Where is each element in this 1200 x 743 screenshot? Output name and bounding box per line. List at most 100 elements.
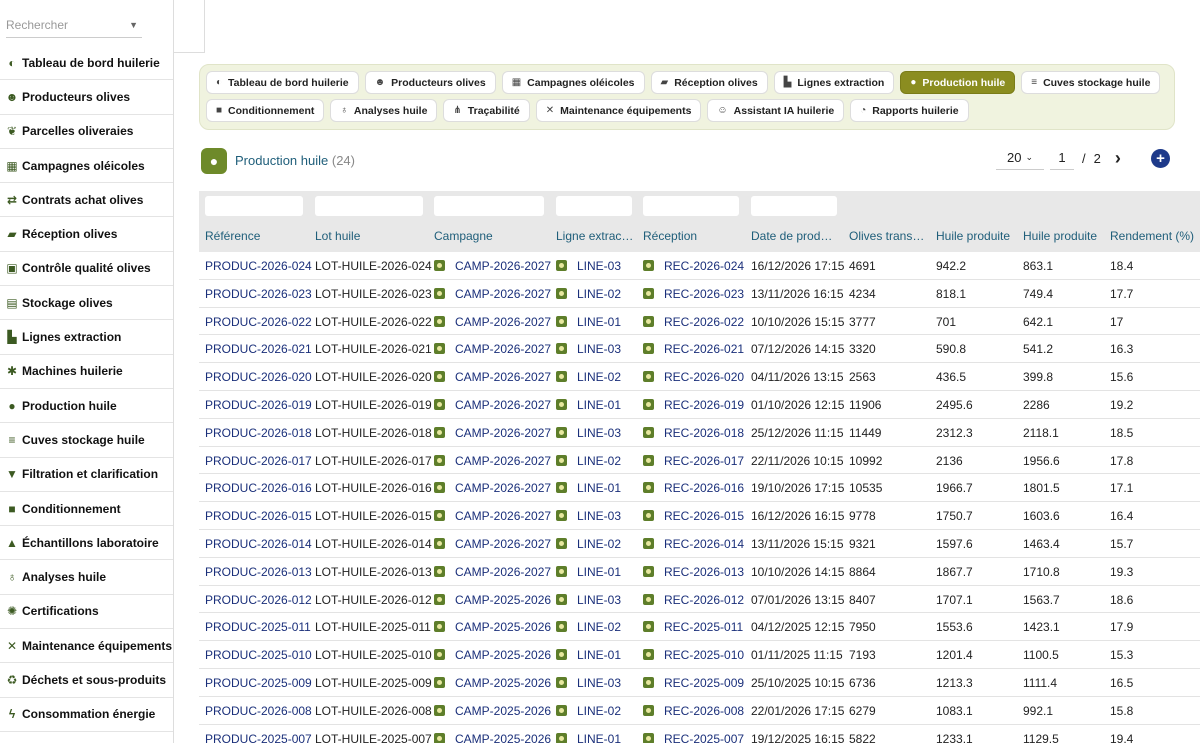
tab[interactable]: ☻ Producteurs olives	[364, 71, 496, 94]
table-cell[interactable]: REC-2025-009	[643, 676, 744, 690]
sidebar-item[interactable]: ■ Conditionnement	[0, 492, 173, 527]
table-cell[interactable]: PRODUC-2026-015	[205, 509, 312, 523]
table-cell[interactable]: LINE-02	[556, 704, 621, 718]
table-row[interactable]: PRODUC-2026-014 LOT-HUILE-2026-014 CAMP-20…	[199, 529, 1200, 558]
table-cell[interactable]: PRODUC-2025-007	[205, 732, 312, 743]
sidebar-item[interactable]: ▙ Lignes extraction	[0, 320, 173, 355]
table-cell[interactable]: REC-2026-017	[643, 454, 744, 468]
column-header[interactable]: Olives transformées	[849, 229, 927, 243]
table-cell[interactable]: PRODUC-2026-016	[205, 481, 312, 495]
tab[interactable]: ♁ Analyses huile	[330, 99, 438, 122]
table-cell[interactable]: REC-2025-007	[643, 732, 744, 743]
table-cell[interactable]: PRODUC-2026-023	[205, 287, 312, 301]
sidebar-item[interactable]: ♻ Déchets et sous-produits	[0, 663, 173, 698]
table-cell[interactable]: LINE-02	[556, 537, 621, 551]
table-cell[interactable]: PRODUC-2026-018	[205, 426, 312, 440]
current-page-input[interactable]: 1	[1050, 146, 1074, 170]
table-cell[interactable]: CAMP-2026-2027	[434, 426, 551, 440]
table-cell[interactable]: CAMP-2026-2027	[434, 370, 551, 384]
table-cell[interactable]: CAMP-2026-2027	[434, 315, 551, 329]
sidebar-item[interactable]: ☻ Producteurs olives	[0, 80, 173, 115]
table-cell[interactable]: PRODUC-2026-014	[205, 537, 312, 551]
caret-down-icon[interactable]: ▼	[129, 20, 138, 30]
page-size-select[interactable]: 20 ⌄	[996, 146, 1044, 170]
column-filter-input[interactable]	[434, 196, 544, 216]
table-cell[interactable]: LINE-03	[556, 509, 621, 523]
sidebar-item[interactable]: ✱ Machines huilerie	[0, 355, 173, 389]
table-cell[interactable]: REC-2026-008	[643, 704, 744, 718]
table-row[interactable]: PRODUC-2026-019 LOT-HUILE-2026-019 CAMP-20…	[199, 390, 1200, 419]
sidebar-item[interactable]: ▰ Réception olives	[0, 217, 173, 252]
table-cell[interactable]: CAMP-2025-2026	[434, 620, 551, 634]
column-header[interactable]: Huile produite	[1023, 229, 1097, 243]
tab[interactable]: ☺ Assistant IA huilerie	[707, 99, 845, 122]
table-cell[interactable]: LINE-01	[556, 732, 621, 743]
table-cell[interactable]: CAMP-2025-2026	[434, 648, 551, 662]
column-filter-input[interactable]	[556, 196, 632, 216]
table-cell[interactable]: REC-2026-016	[643, 481, 744, 495]
table-cell[interactable]: LINE-03	[556, 426, 621, 440]
table-cell[interactable]: LINE-03	[556, 342, 621, 356]
table-row[interactable]: PRODUC-2026-024 LOT-HUILE-2026-024 CAMP-20…	[199, 252, 1200, 280]
table-cell[interactable]: CAMP-2025-2026	[434, 676, 551, 690]
sidebar-item[interactable]: ≡ Cuves stockage huile	[0, 423, 173, 458]
table-cell[interactable]: LINE-01	[556, 398, 621, 412]
table-cell[interactable]: CAMP-2026-2027	[434, 537, 551, 551]
sidebar-item[interactable]: ▤ Stockage olives	[0, 286, 173, 321]
next-page-icon[interactable]: ›	[1115, 148, 1121, 169]
table-cell[interactable]: PRODUC-2026-022	[205, 315, 312, 329]
tab[interactable]: ✕ Maintenance équipements	[535, 99, 702, 122]
sidebar-item[interactable]: ◐ Tableau de bord huilerie	[0, 46, 173, 81]
column-header[interactable]: Huile produite	[936, 229, 1010, 243]
tab[interactable]: ◔ Rapports huilerie	[850, 99, 969, 122]
tab[interactable]: ◐ Tableau de bord huilerie	[206, 71, 359, 94]
table-cell[interactable]: LINE-03	[556, 676, 621, 690]
table-cell[interactable]: LINE-01	[556, 315, 621, 329]
table-cell[interactable]: REC-2025-011	[643, 620, 743, 634]
table-row[interactable]: PRODUC-2026-023 LOT-HUILE-2026-023 CAMP-20…	[199, 279, 1200, 308]
tab[interactable]: ⋔ Traçabilité	[443, 99, 530, 122]
table-row[interactable]: PRODUC-2025-009 LOT-HUILE-2025-009 CAMP-20…	[199, 668, 1200, 697]
table-cell[interactable]: CAMP-2026-2027	[434, 481, 551, 495]
table-cell[interactable]: REC-2025-010	[643, 648, 744, 662]
table-cell[interactable]: LINE-03	[556, 259, 621, 273]
table-cell[interactable]: LINE-01	[556, 565, 621, 579]
table-cell[interactable]: PRODUC-2025-011	[205, 620, 311, 634]
table-cell[interactable]: REC-2026-023	[643, 287, 744, 301]
table-row[interactable]: PRODUC-2025-010 LOT-HUILE-2025-010 CAMP-20…	[199, 641, 1200, 669]
table-row[interactable]: PRODUC-2026-020 LOT-HUILE-2026-020 CAMP-20…	[199, 363, 1200, 391]
table-cell[interactable]: REC-2026-014	[643, 537, 744, 551]
table-cell[interactable]: LINE-02	[556, 370, 621, 384]
table-cell[interactable]: REC-2026-012	[643, 593, 744, 607]
sidebar-item[interactable]: ▣ Contrôle qualité olives	[0, 252, 173, 287]
table-row[interactable]: PRODUC-2026-016 LOT-HUILE-2026-016 CAMP-20…	[199, 474, 1200, 503]
table-cell[interactable]: REC-2026-018	[643, 426, 744, 440]
table-cell[interactable]: PRODUC-2026-017	[205, 454, 312, 468]
table-cell[interactable]: REC-2026-021	[643, 342, 744, 356]
sidebar-item[interactable]: ⇄ Contrats achat olives	[0, 183, 173, 218]
table-cell[interactable]: PRODUC-2026-019	[205, 398, 312, 412]
table-cell[interactable]: REC-2026-022	[643, 315, 744, 329]
tab[interactable]: ≡ Cuves stockage huile	[1021, 71, 1161, 94]
column-header[interactable]: Date de production	[751, 229, 837, 243]
table-row[interactable]: PRODUC-2026-008 LOT-HUILE-2026-008 CAMP-20…	[199, 696, 1200, 725]
table-cell[interactable]: LINE-02	[556, 287, 621, 301]
table-cell[interactable]: PRODUC-2026-012	[205, 593, 312, 607]
column-header[interactable]: Réception	[643, 229, 697, 243]
column-filter-input[interactable]	[205, 196, 303, 216]
tab[interactable]: ▰ Réception olives	[650, 71, 768, 94]
table-row[interactable]: PRODUC-2026-013 LOT-HUILE-2026-013 CAMP-20…	[199, 557, 1200, 586]
table-cell[interactable]: CAMP-2026-2027	[434, 565, 551, 579]
column-header[interactable]: Campagne	[434, 229, 493, 243]
column-filter-input[interactable]	[751, 196, 837, 216]
search-select[interactable]: Rechercher ▼	[6, 12, 142, 38]
table-row[interactable]: PRODUC-2025-007 LOT-HUILE-2025-007 CAMP-20…	[199, 724, 1200, 743]
table-cell[interactable]: CAMP-2026-2027	[434, 454, 551, 468]
table-row[interactable]: PRODUC-2026-015 LOT-HUILE-2026-015 CAMP-20…	[199, 502, 1200, 530]
column-header[interactable]: Référence	[205, 229, 260, 243]
table-cell[interactable]: PRODUC-2026-024	[205, 259, 312, 273]
table-cell[interactable]: PRODUC-2026-020	[205, 370, 312, 384]
sidebar-item[interactable]: ♁ Analyses huile	[0, 560, 173, 595]
table-row[interactable]: PRODUC-2026-012 LOT-HUILE-2026-012 CAMP-20…	[199, 585, 1200, 614]
table-cell[interactable]: CAMP-2026-2027	[434, 509, 551, 523]
